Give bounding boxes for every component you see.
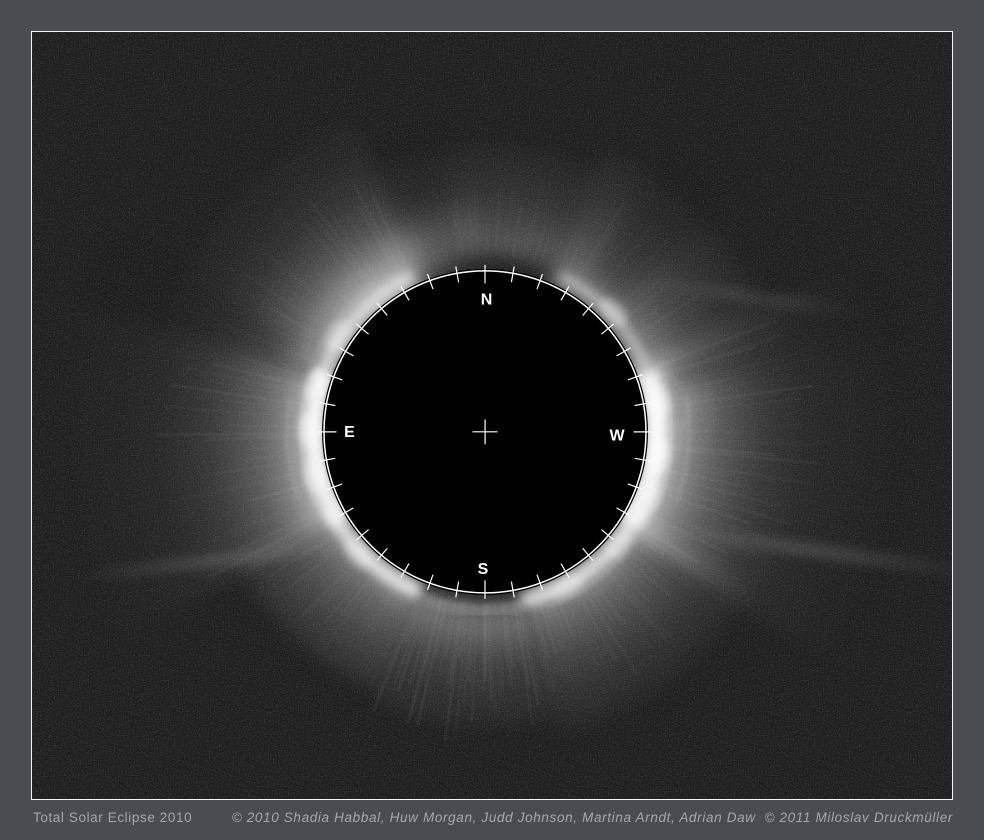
svg-text:N: N xyxy=(481,291,493,308)
svg-text:S: S xyxy=(478,561,489,578)
svg-text:W: W xyxy=(609,427,625,444)
svg-text:E: E xyxy=(344,424,355,441)
